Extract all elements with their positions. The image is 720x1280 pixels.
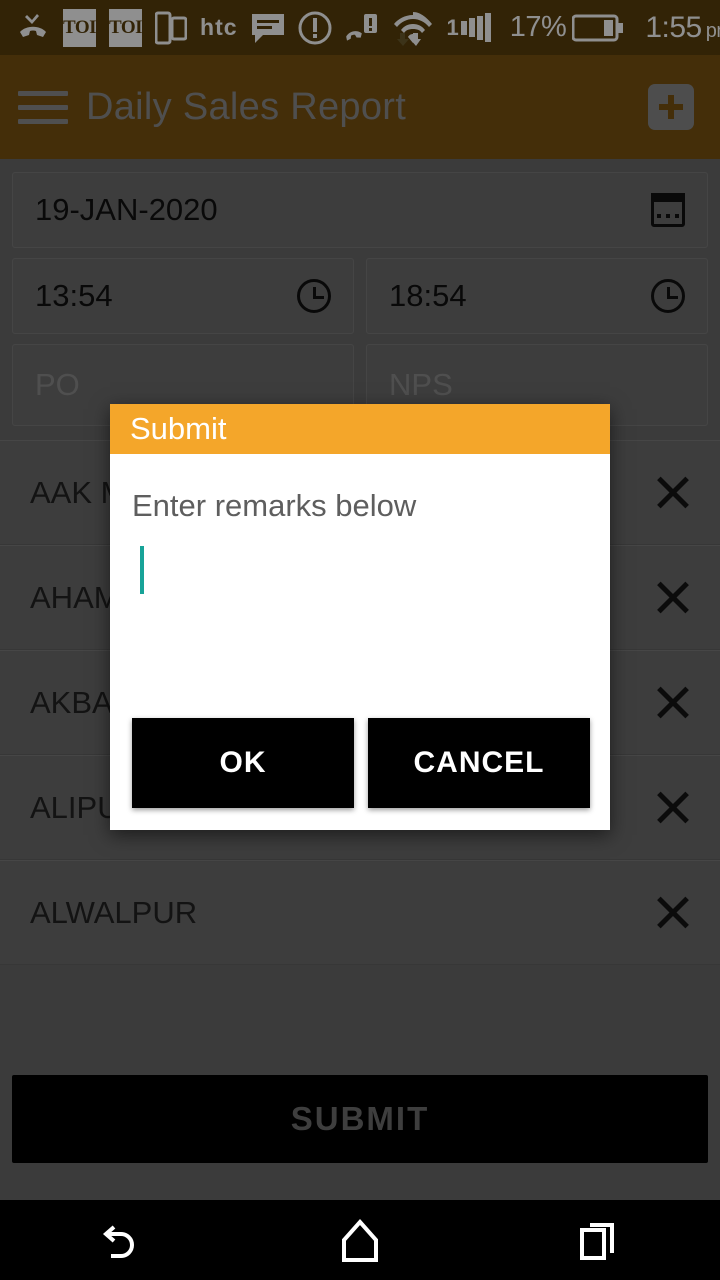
missed-call-icon	[16, 12, 50, 44]
dialog-title: Submit	[130, 411, 227, 446]
dialog-header: Submit	[110, 404, 610, 454]
time-fields-row: 13:54 18:54	[12, 258, 708, 334]
nav-recents-button[interactable]	[480, 1218, 720, 1262]
submit-dialog: Submit Enter remarks below OK CANCEL	[110, 404, 610, 830]
cast-screen-icon	[155, 9, 188, 47]
text-caret	[140, 546, 144, 594]
calendar-icon[interactable]	[651, 193, 685, 227]
ok-button[interactable]: OK	[132, 718, 354, 808]
submit-button-label: SUBMIT	[290, 1100, 430, 1137]
clock-time: 1:55	[645, 10, 702, 44]
po-placeholder: PO	[35, 367, 80, 402]
toi-icon: TOI	[63, 8, 97, 47]
toi-icon: TOI	[109, 8, 143, 47]
nav-back-button[interactable]	[0, 1218, 240, 1262]
alert-circle-icon	[298, 11, 332, 45]
close-icon[interactable]	[654, 684, 692, 722]
submit-button[interactable]: SUBMIT	[12, 1075, 708, 1163]
plus-icon[interactable]	[648, 84, 694, 130]
page-title: Daily Sales Report	[86, 85, 407, 128]
battery-icon	[572, 14, 624, 42]
nps-placeholder: NPS	[389, 367, 453, 402]
date-value: 19-JAN-2020	[35, 192, 218, 227]
list-item-label: ALWALPUR	[30, 894, 198, 930]
cancel-button-label: CANCEL	[413, 746, 545, 779]
close-icon[interactable]	[654, 579, 692, 617]
status-clock: 1:55pm	[645, 11, 720, 45]
close-icon[interactable]	[654, 474, 692, 512]
battery-percent-label: 17%	[509, 11, 567, 43]
nav-home-button[interactable]	[240, 1218, 480, 1262]
close-icon[interactable]	[654, 894, 692, 932]
recents-icon	[578, 1218, 622, 1262]
app-bar: Daily Sales Report	[0, 55, 720, 159]
date-field[interactable]: 19-JAN-2020	[12, 172, 708, 248]
remarks-input[interactable]	[140, 546, 588, 671]
dialog-message: Enter remarks below	[132, 488, 417, 523]
close-icon[interactable]	[654, 789, 692, 827]
wifi-icon	[392, 9, 434, 47]
time-from-value: 13:54	[35, 278, 113, 313]
clock-ampm: pm	[705, 19, 720, 42]
ok-button-label: OK	[219, 746, 267, 779]
time-to-value: 18:54	[389, 278, 467, 313]
signal-level-label: 1	[446, 14, 459, 40]
home-icon	[340, 1218, 380, 1262]
status-bar: TOI TOI htc 1 17% 1:55pm	[0, 0, 720, 55]
time-from-field[interactable]: 13:54	[12, 258, 354, 334]
list-item[interactable]: ALWALPUR	[0, 860, 720, 965]
message-icon	[251, 12, 285, 44]
hamburger-icon[interactable]	[0, 90, 86, 124]
clock-icon[interactable]	[651, 279, 685, 313]
sim-alert-icon	[345, 11, 379, 45]
htc-logo: htc	[200, 14, 238, 40]
signal-icon	[460, 13, 493, 42]
cancel-button[interactable]: CANCEL	[368, 718, 590, 808]
back-icon	[98, 1218, 142, 1262]
time-to-field[interactable]: 18:54	[366, 258, 708, 334]
clock-icon[interactable]	[297, 279, 331, 313]
dialog-actions: OK CANCEL	[110, 718, 610, 830]
android-nav-bar	[0, 1200, 720, 1280]
